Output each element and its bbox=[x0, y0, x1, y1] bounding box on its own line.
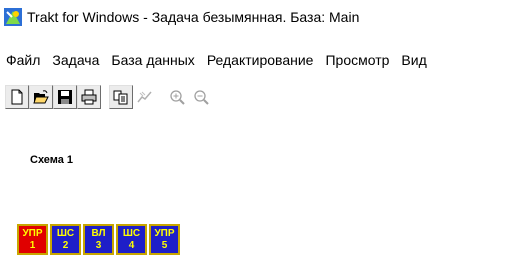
save-icon bbox=[58, 90, 72, 104]
open-button[interactable] bbox=[29, 85, 53, 109]
menu-display[interactable]: Вид bbox=[395, 52, 432, 68]
zoom-in-icon bbox=[170, 90, 185, 105]
block-type: УПР bbox=[154, 227, 175, 239]
menu-task[interactable]: Задача bbox=[46, 52, 105, 68]
block-number: 1 bbox=[29, 239, 36, 251]
new-icon bbox=[11, 89, 23, 105]
copy-icon bbox=[113, 90, 128, 105]
print-icon bbox=[81, 89, 97, 105]
zoom-in-button[interactable] bbox=[165, 85, 189, 109]
window-title: Trakt for Windows - Задача безымянная. Б… bbox=[27, 9, 360, 25]
menu-view[interactable]: Просмотр bbox=[319, 52, 395, 68]
toolbar bbox=[5, 83, 213, 111]
app-icon[interactable] bbox=[4, 8, 22, 26]
menu-database[interactable]: База данных bbox=[105, 52, 200, 68]
scheme-block[interactable]: УПР 5 bbox=[149, 224, 180, 255]
block-number: 2 bbox=[62, 239, 69, 251]
new-button[interactable] bbox=[5, 85, 29, 109]
zoom-out-button[interactable] bbox=[189, 85, 213, 109]
scheme-block[interactable]: ВЛ 3 bbox=[83, 224, 114, 255]
block-number: 3 bbox=[95, 239, 102, 251]
block-type: ШС bbox=[56, 227, 75, 239]
menu-bar: Файл Задача База данных Редактирование П… bbox=[0, 48, 527, 72]
zoom-out-icon bbox=[194, 90, 209, 105]
chart-button[interactable] bbox=[133, 85, 157, 109]
scheme-block[interactable]: ШС 4 bbox=[116, 224, 147, 255]
block-type: ВЛ bbox=[91, 227, 106, 239]
block-number: 5 bbox=[161, 239, 168, 251]
scheme-block[interactable]: УПР 1 bbox=[17, 224, 48, 255]
copy-button[interactable] bbox=[109, 85, 133, 109]
scheme-blocks: УПР 1 ШС 2 ВЛ 3 ШС 4 УПР 5 bbox=[17, 224, 182, 255]
scheme-block[interactable]: ШС 2 bbox=[50, 224, 81, 255]
menu-file[interactable]: Файл bbox=[0, 52, 46, 68]
title-bar: Trakt for Windows - Задача безымянная. Б… bbox=[0, 0, 527, 34]
block-number: 4 bbox=[128, 239, 135, 251]
save-button[interactable] bbox=[53, 85, 77, 109]
block-type: УПР bbox=[22, 227, 43, 239]
menu-edit[interactable]: Редактирование bbox=[201, 52, 320, 68]
scheme-title: Схема 1 bbox=[30, 154, 74, 166]
open-icon bbox=[33, 90, 49, 104]
block-type: ШС bbox=[122, 227, 141, 239]
print-button[interactable] bbox=[77, 85, 101, 109]
chart-icon bbox=[137, 91, 152, 103]
